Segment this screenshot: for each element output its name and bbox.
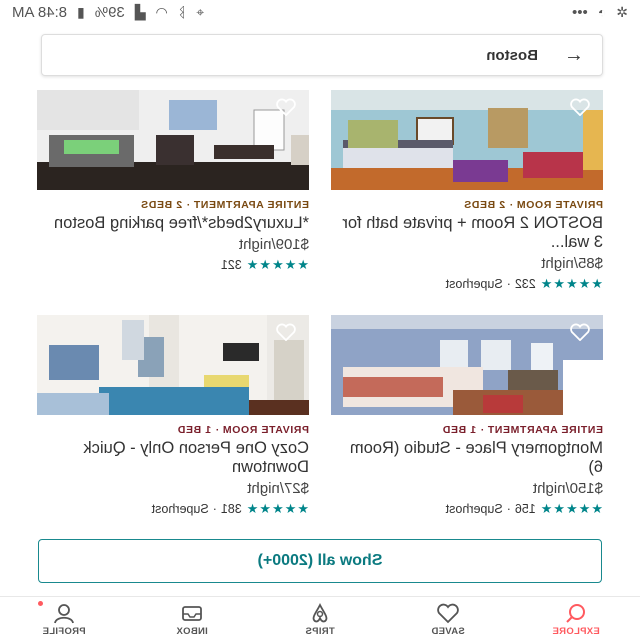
save-heart-icon[interactable] — [275, 98, 297, 117]
clock-icon: ◔ — [597, 4, 607, 20]
heart-icon — [437, 603, 459, 623]
listing-title[interactable]: BOSTON 2 Room + private bath for 3 wal..… — [331, 214, 603, 252]
tab-label: EXPLORE — [552, 625, 600, 637]
studio-photo — [331, 315, 603, 415]
listing-rating: ★★★★★ 381 · Superhost — [37, 501, 309, 517]
superhost-badge: Superhost — [445, 502, 503, 516]
listing-card[interactable]: PRIVATE ROOM · 2 BEDS BOSTON 2 Room + pr… — [331, 90, 603, 292]
listing-price: $27/night — [247, 480, 309, 497]
battery-percent: 39% — [94, 3, 125, 21]
rating-stars-icon: ★★★★★ — [245, 501, 309, 516]
save-heart-icon[interactable] — [569, 323, 591, 342]
rating-stars-icon: ★★★★★ — [539, 276, 603, 291]
tab-trips[interactable]: TRIPS — [256, 597, 384, 640]
tab-inbox[interactable]: INBOX — [128, 597, 256, 640]
arrow-left-icon[interactable]: ← — [556, 44, 584, 67]
battery-icon: ▮ — [77, 3, 85, 20]
save-heart-icon[interactable] — [569, 98, 591, 117]
bluetooth-icon: ᛒ — [177, 4, 187, 20]
inbox-icon — [182, 605, 202, 621]
search-icon — [566, 603, 585, 623]
listing-rating: ★★★★★ 232 · Superhost — [331, 276, 603, 292]
listing-title[interactable]: Montgomery Place - Studio (Room 6) — [331, 439, 603, 477]
airbnb-logo-icon — [312, 602, 328, 622]
notification-dot — [38, 601, 43, 606]
tab-explore[interactable]: EXPLORE — [512, 597, 640, 640]
superhost-badge: Superhost — [445, 277, 503, 291]
clock-time: 8:48 AM — [12, 3, 68, 21]
tab-saved[interactable]: SAVED — [384, 597, 512, 640]
listing-type: ENTIRE APARTMENT · 1 BED — [442, 424, 603, 436]
review-count: 156 — [514, 502, 536, 516]
listing-rating: ★★★★★ 321 — [37, 257, 309, 273]
rating-stars-icon: ★★★★★ — [539, 501, 603, 516]
listing-rating: ★★★★★ 156 · Superhost — [331, 501, 603, 517]
listing-photo[interactable] — [331, 315, 603, 415]
tab-profile[interactable]: PROFILE — [0, 597, 128, 640]
meta-separator: · — [212, 502, 217, 516]
listing-card[interactable]: ENTIRE APARTMENT · 2 BEDS *Luxury2beds*/… — [37, 90, 309, 273]
wifi-icon: ◠ — [155, 3, 168, 20]
listing-title[interactable]: *Luxury2beds*/free parking Boston — [37, 214, 309, 233]
listing-price: $150/night — [532, 480, 603, 497]
meta-separator: · — [506, 277, 511, 291]
tab-label: SAVED — [431, 625, 465, 637]
pinwheel-icon: ✲ — [616, 3, 628, 20]
status-bar: ✲ ◔ ••• ⌖ ᛒ ◠ ▟ 39% ▮ 8:48 AM — [0, 0, 640, 24]
review-count: 321 — [220, 258, 242, 272]
superhost-badge: Superhost — [151, 502, 209, 516]
search-bar[interactable]: ← Boston — [41, 34, 603, 76]
location-icon: ⌖ — [196, 3, 205, 20]
listing-type: PRIVATE ROOM · 2 BEDS — [463, 199, 603, 211]
listing-photo[interactable] — [37, 90, 309, 190]
listing-type: PRIVATE ROOM · 1 BED — [177, 424, 309, 436]
save-heart-icon[interactable] — [275, 323, 297, 342]
listing-type: ENTIRE APARTMENT · 2 BEDS — [140, 199, 309, 211]
meta-separator: · — [506, 502, 511, 516]
bedroom-photo — [331, 90, 603, 190]
listing-card[interactable]: PRIVATE ROOM · 1 BED Cozy One Person Onl… — [37, 315, 309, 517]
rating-stars-icon: ★★★★★ — [245, 257, 309, 272]
listing-photo[interactable] — [331, 90, 603, 190]
private-room-photo — [37, 315, 309, 415]
apartment-photo — [37, 90, 309, 190]
listing-card[interactable]: ENTIRE APARTMENT · 1 BED Montgomery Plac… — [331, 315, 603, 517]
overflow-dots: ••• — [572, 3, 588, 21]
listing-price: $85/night — [541, 255, 603, 272]
review-count: 232 — [514, 277, 536, 291]
signal-icon: ▟ — [134, 3, 146, 20]
bottom-tab-bar: EXPLORE SAVED TRIPS INBOX PROFILE — [0, 596, 640, 640]
search-query[interactable]: Boston — [486, 47, 538, 64]
listing-photo[interactable] — [37, 315, 309, 415]
profile-icon — [54, 603, 74, 623]
listing-price: $109/night — [238, 236, 309, 253]
show-all-button[interactable]: Show all (2000+) — [38, 539, 602, 583]
tab-label: PROFILE — [42, 625, 86, 637]
tab-label: INBOX — [176, 625, 208, 637]
listing-title[interactable]: Cozy One Person Only - Quick Downtown — [37, 439, 309, 477]
review-count: 381 — [220, 502, 242, 516]
tab-label: TRIPS — [305, 625, 335, 637]
